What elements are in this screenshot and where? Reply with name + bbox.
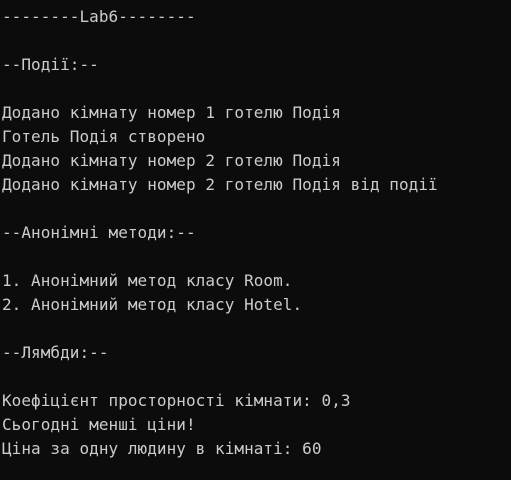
console-line: Ціна за одну людину в кімнаті: 60 [2,439,322,458]
console-line: 2. Анонімний метод класу Hotel. [2,295,303,314]
console-line: Додано кімнату номер 2 готелю Подія [2,151,341,170]
console-line: Додано кімнату номер 2 готелю Подія від … [2,175,438,194]
console-line-section-anonymous-methods: --Анонімні методи:-- [2,223,196,242]
console-line-section-lambdas: --Лямбди:-- [2,343,109,362]
console-line: Коефіцієнт просторності кімнати: 0,3 [2,391,351,410]
console-line: 1. Анонімний метод класу Room. [2,271,293,290]
console-line-header: --------Lab6-------- [2,7,196,26]
console-line: Додано кімнату номер 1 готелю Подія [2,103,341,122]
console-output[interactable]: --------Lab6-------- --Події:-- Додано к… [0,0,511,480]
console-line: Готель Подія створено [2,127,206,146]
console-line: Сьогодні менші ціни! [2,415,196,434]
console-line-section-events: --Події:-- [2,55,99,74]
